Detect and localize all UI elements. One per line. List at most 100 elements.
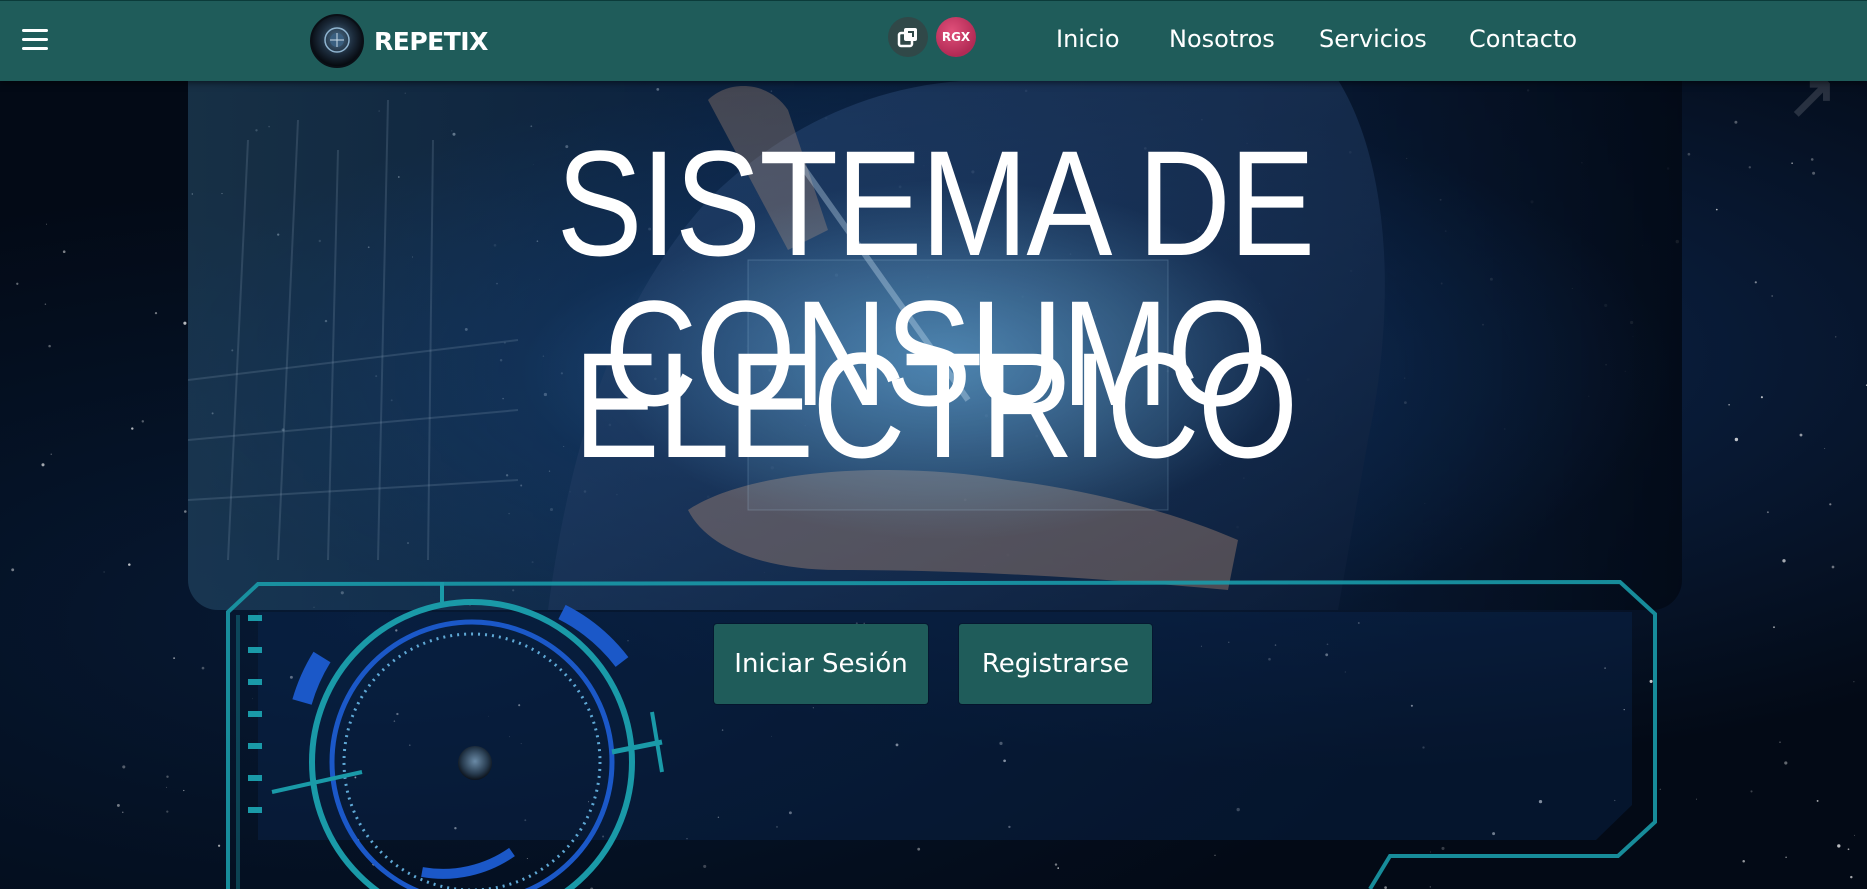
star: [44, 303, 47, 306]
star: [999, 741, 1003, 746]
star: [46, 223, 47, 225]
star: [1659, 788, 1661, 790]
star: [1742, 860, 1745, 863]
star: [1854, 834, 1855, 836]
star: [217, 844, 221, 847]
star: [1649, 679, 1653, 683]
star: [393, 720, 396, 722]
star: [1784, 761, 1788, 765]
star: [1771, 295, 1773, 297]
star: [1748, 166, 1751, 169]
star: [1344, 671, 1346, 673]
star: [1200, 645, 1202, 647]
star: [1810, 158, 1814, 161]
star: [1214, 854, 1216, 856]
star: [116, 803, 120, 807]
star: [454, 827, 457, 830]
star: [1057, 867, 1059, 869]
star: [183, 321, 187, 325]
star: [518, 704, 521, 707]
star: [1623, 708, 1625, 711]
star: [1008, 825, 1011, 829]
star: [166, 775, 169, 778]
star: [1325, 653, 1329, 657]
nav-link-contacto[interactable]: Contacto: [1469, 25, 1577, 53]
copy-window-icon[interactable]: [888, 17, 928, 57]
page: ↗ SISTEMA DE CONSUMO ELECTRICO Iniciar S…: [0, 0, 1867, 889]
star: [1604, 667, 1606, 669]
star: [1326, 643, 1329, 646]
star: [62, 250, 66, 254]
star: [1760, 396, 1763, 399]
star: [16, 282, 19, 285]
star: [1410, 704, 1413, 707]
star: [771, 735, 772, 737]
star: [1816, 799, 1819, 802]
register-button[interactable]: Registrarse: [959, 624, 1152, 704]
nav-link-nosotros[interactable]: Nosotros: [1169, 25, 1275, 53]
star: [122, 811, 124, 813]
star: [1750, 790, 1753, 793]
star: [602, 835, 605, 838]
star: [1850, 875, 1853, 879]
star: [1834, 336, 1837, 338]
hero-title-line-2: ELECTRICO: [573, 321, 1299, 489]
star: [1831, 565, 1835, 569]
star: [372, 863, 375, 866]
brand-name: REPETIX: [374, 26, 488, 56]
star: [252, 698, 253, 700]
brand-logo: [310, 14, 364, 68]
star: [154, 311, 158, 315]
star: [356, 839, 360, 842]
star: [1782, 559, 1786, 563]
star: [1754, 281, 1757, 284]
star: [514, 628, 516, 630]
star: [166, 786, 168, 788]
star: [509, 736, 510, 738]
star: [11, 568, 15, 572]
star: [1799, 433, 1803, 437]
star: [1687, 152, 1691, 156]
star: [1715, 208, 1718, 211]
star: [122, 765, 126, 769]
nav-link-servicios[interactable]: Servicios: [1319, 25, 1427, 53]
star: [717, 816, 720, 818]
star: [1728, 403, 1730, 406]
star: [1837, 844, 1841, 848]
rgx-badge-button[interactable]: RGX: [936, 17, 976, 57]
star: [201, 666, 205, 670]
star: [1429, 886, 1431, 888]
star: [1812, 171, 1816, 175]
star: [1492, 832, 1496, 836]
star: [1441, 846, 1445, 850]
star: [48, 344, 51, 348]
star: [1791, 162, 1793, 164]
star: [1779, 741, 1781, 744]
brand-link[interactable]: REPETIX: [310, 14, 488, 68]
star: [184, 510, 187, 513]
nav-link-inicio[interactable]: Inicio: [1056, 25, 1120, 53]
login-button[interactable]: Iniciar Sesión: [714, 624, 928, 704]
star: [1734, 437, 1739, 442]
star: [776, 825, 778, 828]
star: [103, 571, 105, 573]
star: [917, 847, 921, 851]
star: [1853, 681, 1855, 683]
star: [520, 743, 522, 745]
top-navbar: REPETIX RGX Inicio Nosotros Servicios Co…: [0, 0, 1867, 81]
hamburger-icon[interactable]: [22, 29, 48, 51]
star: [1228, 641, 1230, 643]
star: [1766, 511, 1769, 514]
star: [1847, 848, 1850, 851]
star: [141, 420, 145, 423]
star: [1003, 759, 1006, 763]
hud-center-logo: [458, 746, 492, 780]
star: [895, 743, 899, 747]
star: [183, 789, 185, 792]
star: [1829, 503, 1832, 506]
star: [611, 650, 613, 653]
star: [526, 858, 528, 859]
star: [1357, 622, 1360, 624]
star: [1734, 120, 1738, 124]
star: [50, 453, 52, 455]
